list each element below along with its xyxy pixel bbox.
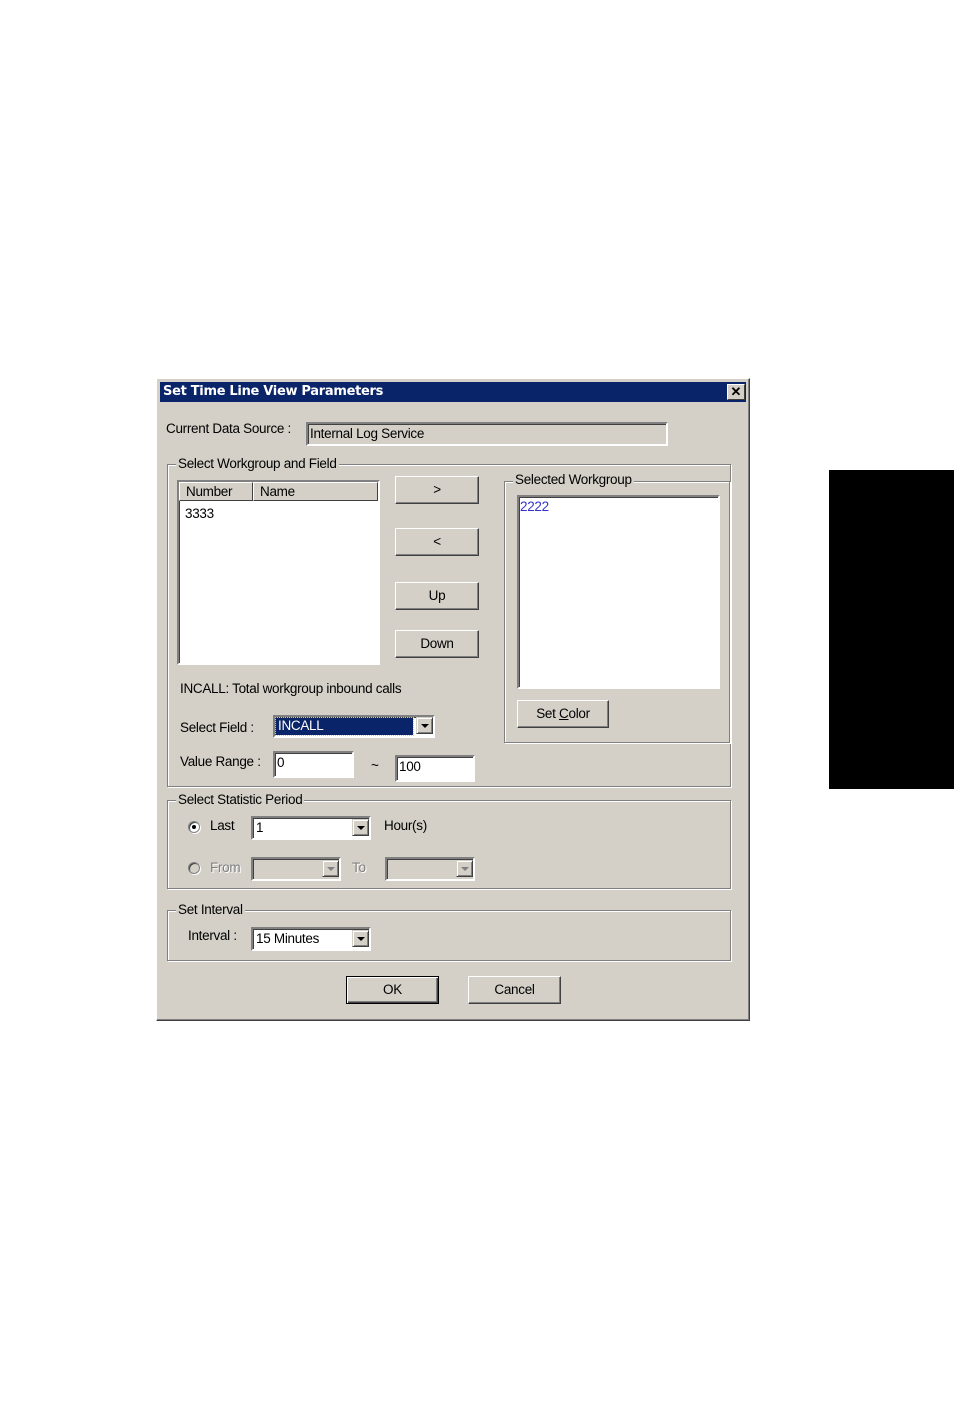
list-item[interactable]: 3333: [185, 506, 214, 521]
set-time-line-view-dialog: Set Time Line View Parameters ✕ Current …: [156, 378, 750, 1021]
select-field-selection: INCALL: [275, 717, 414, 736]
selected-workgroup-group-label: Selected Workgroup: [513, 472, 634, 487]
interval-combo[interactable]: 15 Minutes: [251, 927, 371, 951]
select-field-label: Select Field :: [180, 720, 254, 735]
selected-workgroup-list[interactable]: 2222: [517, 495, 720, 689]
workgroup-list[interactable]: Number Name 3333: [177, 480, 380, 665]
select-field-value: INCALL: [278, 718, 324, 733]
value-range-max-value: 100: [399, 759, 421, 774]
move-down-button[interactable]: Down: [395, 630, 479, 658]
to-combo[interactable]: [385, 857, 475, 881]
workgroup-field-group-label: Select Workgroup and Field: [176, 456, 339, 471]
column-header-number[interactable]: Number: [179, 482, 253, 501]
close-button[interactable]: ✕: [727, 384, 745, 400]
hours-unit-label: Hour(s): [384, 818, 427, 833]
value-range-separator: ~: [371, 758, 379, 773]
data-source-label: Current Data Source :: [166, 421, 292, 436]
interval-value: 15 Minutes: [256, 931, 320, 946]
select-field-combo[interactable]: INCALL: [273, 715, 435, 738]
value-range-max-input[interactable]: 100: [395, 755, 475, 782]
set-color-button[interactable]: Set Color: [517, 700, 609, 728]
cancel-button[interactable]: Cancel: [468, 976, 561, 1004]
chevron-down-icon[interactable]: [416, 717, 433, 734]
value-range-min-input[interactable]: 0: [273, 751, 354, 778]
side-tab-marker: [829, 470, 954, 789]
interval-label: Interval :: [188, 928, 237, 943]
from-combo[interactable]: [251, 857, 341, 881]
last-hours-combo[interactable]: 1: [251, 816, 371, 840]
remove-from-selected-button[interactable]: <: [395, 528, 479, 556]
close-icon: ✕: [730, 384, 742, 399]
value-range-min-value: 0: [277, 755, 285, 770]
value-range-label: Value Range :: [180, 754, 261, 769]
chevron-down-icon[interactable]: [456, 860, 473, 877]
column-header-name[interactable]: Name: [253, 482, 378, 501]
data-source-value: Internal Log Service: [310, 426, 425, 441]
last-label: Last: [210, 818, 235, 833]
selected-list-item[interactable]: 2222: [520, 499, 549, 514]
statistic-period-group-label: Select Statistic Period: [176, 792, 305, 807]
chevron-down-icon[interactable]: [352, 819, 369, 836]
title-bar[interactable]: Set Time Line View Parameters ✕: [160, 382, 746, 402]
chevron-down-icon[interactable]: [322, 860, 339, 877]
dialog-title: Set Time Line View Parameters: [163, 384, 384, 399]
interval-group-label: Set Interval: [176, 902, 245, 917]
chevron-down-icon[interactable]: [352, 930, 369, 947]
data-source-field: Internal Log Service: [306, 422, 668, 446]
field-description: INCALL: Total workgroup inbound calls: [180, 681, 402, 696]
add-to-selected-button[interactable]: >: [395, 476, 479, 504]
from-radio[interactable]: [188, 862, 200, 874]
from-label: From: [210, 860, 241, 875]
last-hours-value: 1: [256, 820, 264, 835]
to-label: To: [352, 860, 366, 875]
ok-button[interactable]: OK: [346, 976, 439, 1004]
last-radio[interactable]: [188, 821, 200, 833]
set-color-label: Set Color: [536, 706, 590, 721]
move-up-button[interactable]: Up: [395, 582, 479, 610]
